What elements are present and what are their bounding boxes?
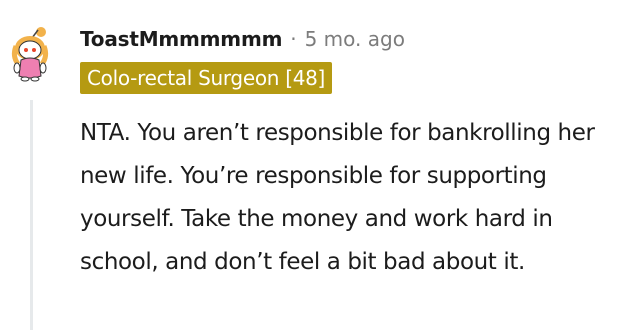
comment-timestamp[interactable]: 5 mo. ago bbox=[305, 27, 405, 51]
comment-username[interactable]: ToastMmmmmmm bbox=[80, 27, 282, 51]
comment-body: NTA. You aren’t responsible for bankroll… bbox=[80, 120, 595, 275]
meta-separator: · bbox=[290, 27, 297, 51]
comment-thread-line[interactable] bbox=[30, 100, 33, 330]
comment-header: ToastMmmmmmm · 5 mo. ago bbox=[80, 24, 405, 54]
user-avatar[interactable] bbox=[8, 24, 56, 82]
snoo-avatar-icon bbox=[11, 27, 49, 82]
user-flair: Colo-rectal Surgeon [48] bbox=[80, 62, 333, 94]
